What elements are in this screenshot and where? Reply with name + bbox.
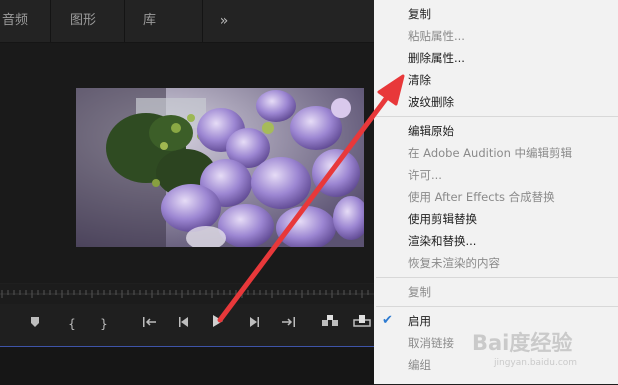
- overwrite-icon[interactable]: [352, 314, 372, 334]
- timeline-strip[interactable]: [0, 346, 374, 385]
- marker-icon[interactable]: [25, 314, 45, 334]
- menu-item-ripple-delete[interactable]: 波纹删除: [408, 91, 454, 113]
- ruler-ticks: [0, 290, 374, 298]
- menu-item-edit-in-audition[interactable]: 在 Adobe Audition 中编辑剪辑: [408, 142, 572, 164]
- step-forward-icon[interactable]: [244, 314, 264, 334]
- flower-bouquet-image: [76, 88, 364, 247]
- insert-icon[interactable]: [320, 314, 340, 334]
- checkmark-icon: ✔: [382, 313, 393, 328]
- tab-divider: [50, 0, 51, 42]
- menu-item-license[interactable]: 许可...: [408, 164, 442, 186]
- mark-in-icon[interactable]: {: [62, 314, 82, 334]
- panel-tab-bar: 音频 图形 库 »: [0, 0, 374, 43]
- video-preview-image: [76, 88, 364, 247]
- menu-item-copy[interactable]: 复制: [408, 3, 431, 25]
- go-to-out-icon[interactable]: [278, 314, 298, 334]
- menu-item-duplicate[interactable]: 复制: [408, 281, 431, 303]
- step-back-icon[interactable]: [174, 314, 194, 334]
- tab-graphics[interactable]: 图形: [70, 0, 96, 42]
- time-ruler[interactable]: [0, 284, 374, 304]
- tab-divider: [124, 0, 125, 42]
- menu-item-group[interactable]: 编组: [408, 354, 431, 376]
- menu-item-render-and-replace[interactable]: 渲染和替换...: [408, 230, 476, 252]
- menu-item-edit-original[interactable]: 编辑原始: [408, 120, 454, 142]
- transport-controls: { }: [0, 306, 374, 342]
- mark-out-icon[interactable]: }: [94, 314, 114, 334]
- tab-audio[interactable]: 音频: [2, 0, 28, 42]
- play-icon[interactable]: [208, 314, 228, 334]
- tab-divider: [202, 0, 203, 42]
- premiere-window: 音频 图形 库 » {} 复制 粘贴属性... 删除属性... 清除 波纹删除…: [0, 0, 618, 385]
- menu-item-paste-attributes[interactable]: 粘贴属性...: [408, 25, 465, 47]
- menu-item-restore-unrendered[interactable]: 恢复未渲染的内容: [408, 252, 500, 274]
- menu-item-replace-with-clip[interactable]: 使用剪辑替换: [408, 208, 477, 230]
- menu-divider: [376, 306, 618, 307]
- go-to-in-icon[interactable]: [140, 314, 160, 334]
- menu-item-clear[interactable]: 清除: [408, 69, 431, 91]
- menu-item-replace-with-ae[interactable]: 使用 After Effects 合成替换: [408, 186, 555, 208]
- tabs-overflow-button[interactable]: »: [210, 0, 238, 42]
- menu-item-remove-attributes[interactable]: 删除属性...: [408, 47, 465, 69]
- menu-divider: [376, 277, 618, 278]
- menu-item-unlink[interactable]: 取消链接: [408, 332, 454, 354]
- baidu-watermark-url: jingyan.baidu.com: [494, 358, 578, 368]
- tab-library[interactable]: 库: [143, 0, 156, 42]
- menu-divider: [376, 116, 618, 117]
- baidu-watermark: Bai度经验: [472, 331, 573, 355]
- menu-item-enable[interactable]: 启用: [408, 310, 431, 332]
